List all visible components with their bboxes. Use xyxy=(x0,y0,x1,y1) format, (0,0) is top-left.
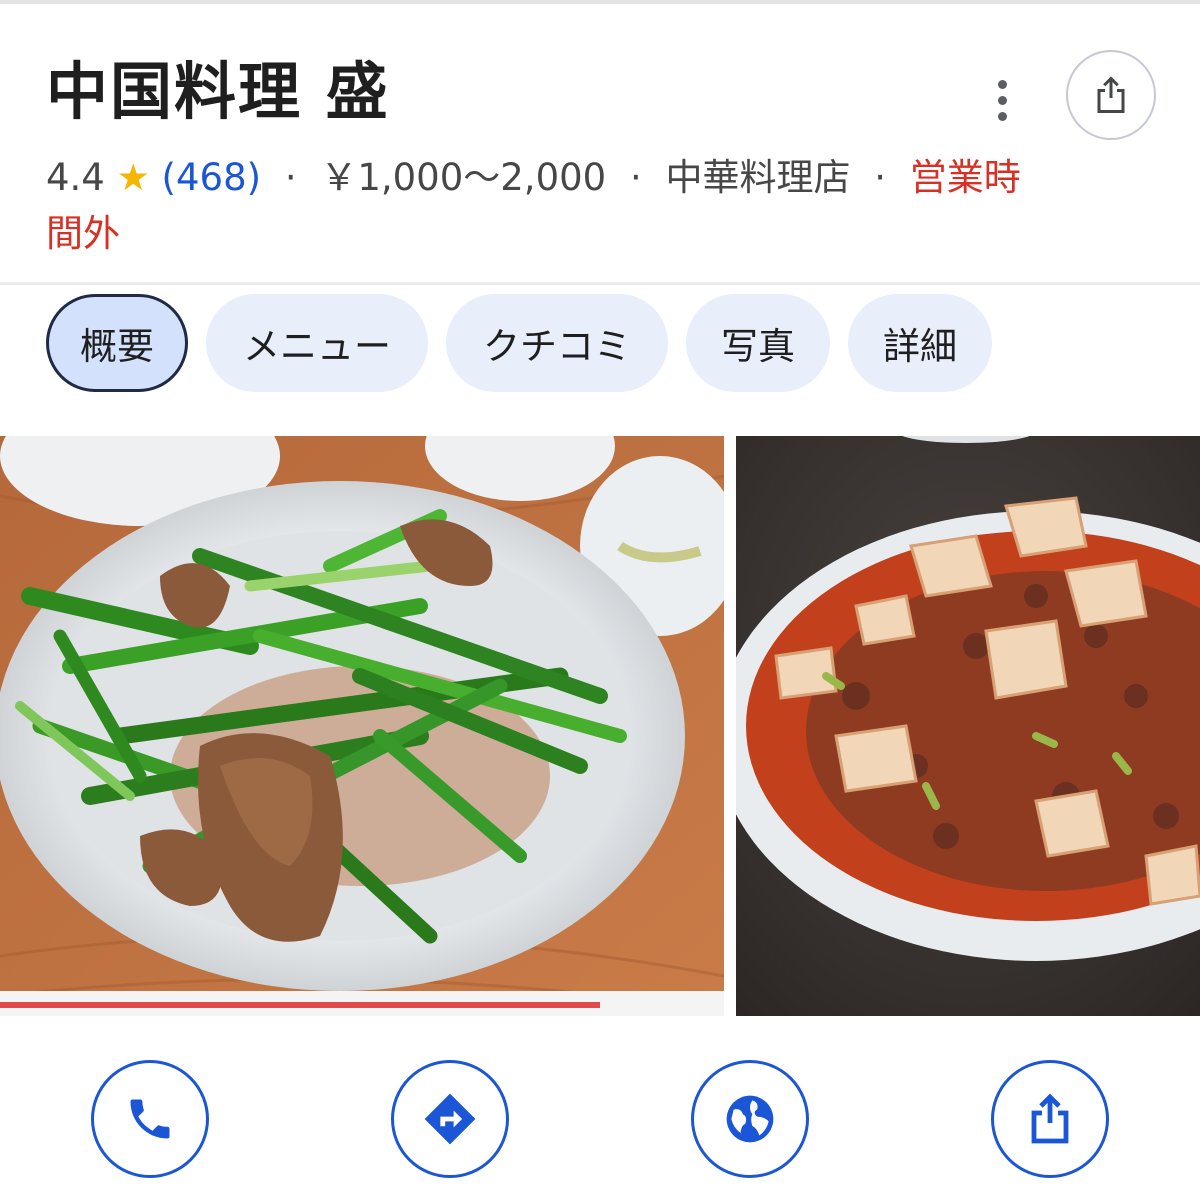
share-icon xyxy=(1097,76,1125,113)
place-title: 中国料理 盛 xyxy=(46,55,390,128)
share-button-header[interactable] xyxy=(1066,50,1156,140)
price-range: ￥1,000〜2,000 xyxy=(320,156,607,199)
photo-image xyxy=(0,436,724,1016)
separator: · xyxy=(874,156,887,199)
tab-menu[interactable]: メニュー xyxy=(206,294,428,392)
more-vert-icon xyxy=(997,79,1007,89)
call-button[interactable] xyxy=(91,1060,209,1178)
separator: · xyxy=(284,156,297,199)
more-options-button[interactable] xyxy=(982,72,1022,128)
tab-details[interactable]: 詳細 xyxy=(848,294,992,392)
rating-value: 4.4 xyxy=(46,156,105,199)
divider xyxy=(0,282,1200,285)
share-button[interactable] xyxy=(991,1060,1109,1178)
star-icon: ★ xyxy=(116,156,150,199)
tab-overview[interactable]: 概要 xyxy=(46,294,188,392)
separator: · xyxy=(629,156,642,199)
photo-image xyxy=(736,436,1200,1016)
directions-button[interactable] xyxy=(391,1060,509,1178)
tab-bar: 概要 メニュー クチコミ 写真 詳細 xyxy=(46,294,992,392)
tab-reviews[interactable]: クチコミ xyxy=(446,294,668,392)
more-vert-icon-dot xyxy=(997,95,1007,105)
directions-icon xyxy=(424,1093,476,1145)
sheet-top-edge xyxy=(0,0,1200,4)
phone-icon xyxy=(130,1099,170,1139)
photo-mapo-tofu[interactable] xyxy=(736,436,1200,1016)
quick-actions xyxy=(0,1060,1200,1200)
share-icon xyxy=(1031,1093,1069,1144)
website-button[interactable] xyxy=(691,1060,809,1178)
more-vert-icon-dot xyxy=(997,111,1007,121)
place-info-line: 4.4 ★ (468) · ￥1,000〜2,000 · 中華料理店 · 営業時… xyxy=(46,150,1026,262)
tab-photos[interactable]: 写真 xyxy=(686,294,830,392)
review-count-link[interactable]: (468) xyxy=(162,156,262,199)
category: 中華料理店 xyxy=(665,156,851,199)
globe-icon xyxy=(726,1095,774,1143)
photo-chive-liver-stirfry[interactable] xyxy=(0,436,724,1016)
